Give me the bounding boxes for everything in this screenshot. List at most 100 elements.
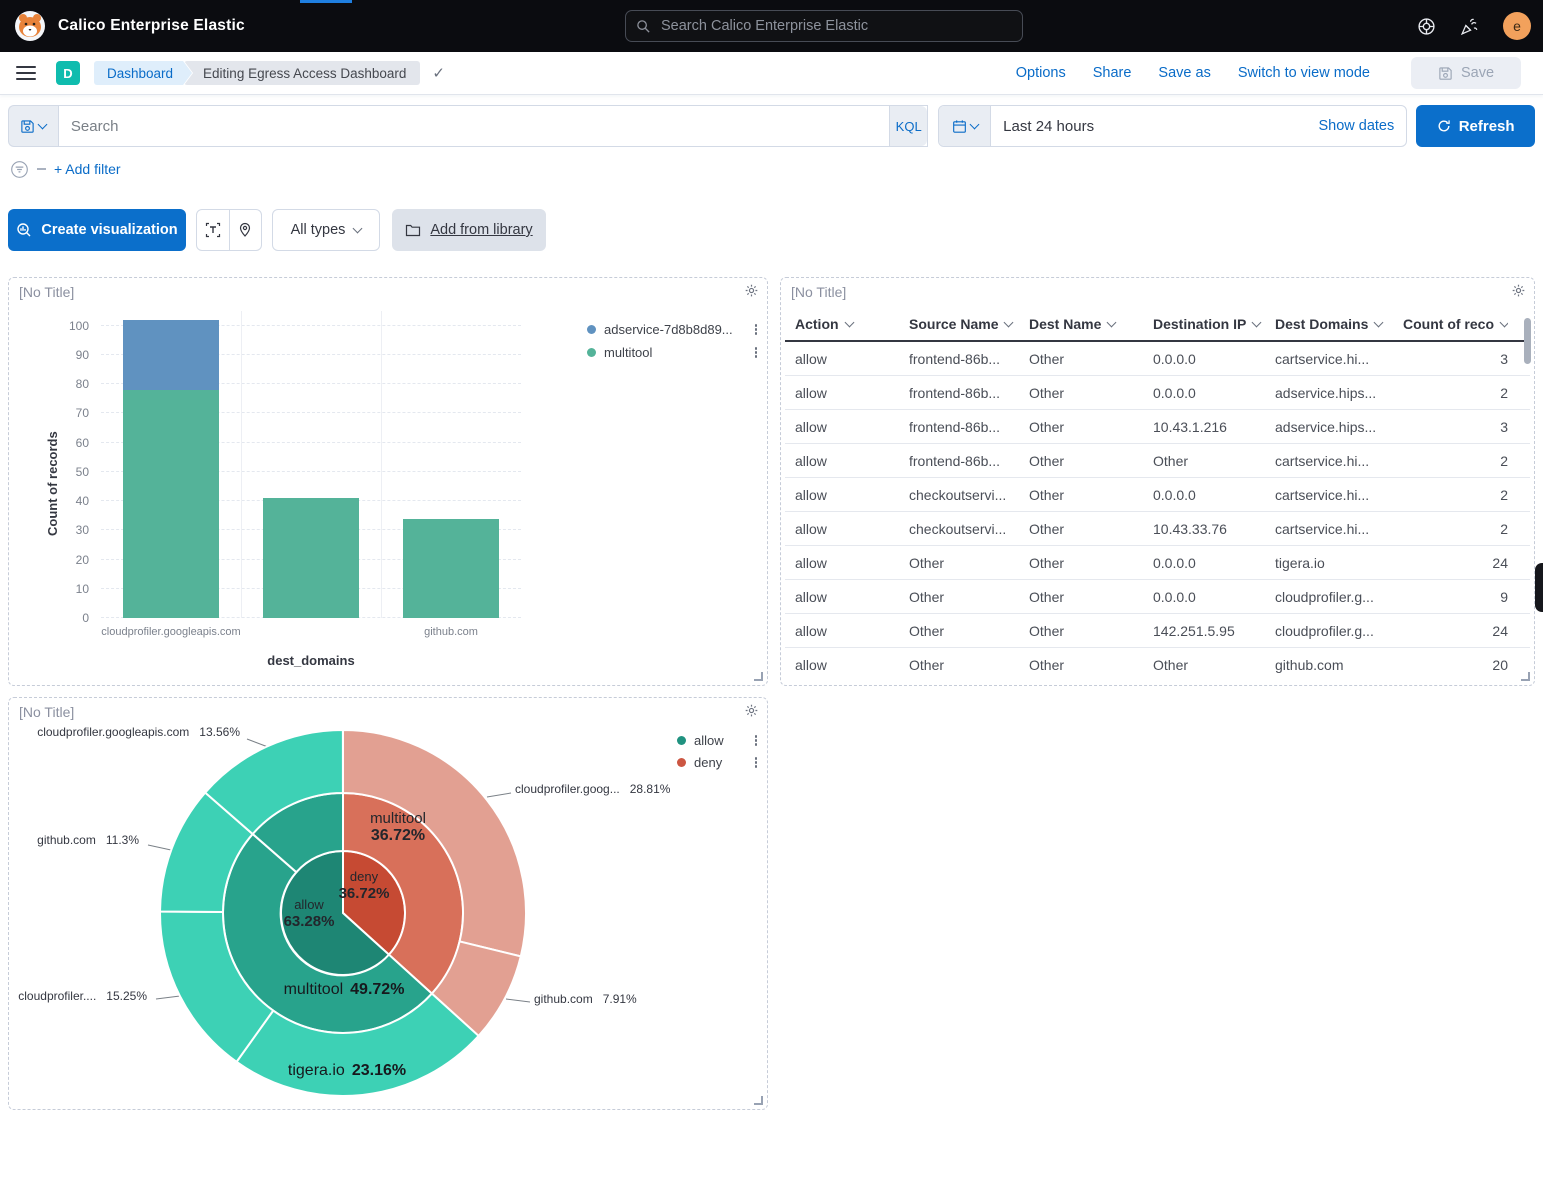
table-body: allowfrontend-86b...Other0.0.0.0cartserv… xyxy=(785,342,1530,682)
legend-menu-icon[interactable] xyxy=(751,347,761,358)
table-row[interactable]: allowOtherOther142.251.5.95cloudprofiler… xyxy=(785,614,1530,648)
table-row[interactable]: allowcheckoutservi...Other10.43.33.76car… xyxy=(785,512,1530,546)
hamburger-menu-icon[interactable] xyxy=(16,66,36,80)
add-from-library-button[interactable]: Add from library xyxy=(392,209,546,251)
callout-leader-line xyxy=(148,845,171,850)
calendar-button[interactable] xyxy=(939,106,991,146)
help-icon[interactable] xyxy=(1417,17,1436,36)
table-row[interactable]: allowOtherOther0.0.0.0tigera.io24 xyxy=(785,546,1530,580)
column-header[interactable]: Dest Name xyxy=(1029,316,1153,332)
column-header[interactable]: Destination IP xyxy=(1153,316,1275,332)
chevron-down-icon xyxy=(969,120,979,130)
y-tick-label: 90 xyxy=(76,348,89,362)
legend-menu-icon[interactable] xyxy=(751,757,761,768)
table-row[interactable]: allowOtherOtherOthergithub.com20 xyxy=(785,648,1530,682)
table-cell: allow xyxy=(785,351,909,367)
bar-category-1[interactable] xyxy=(263,311,359,618)
viz-toolbar: Create visualization All types Add from … xyxy=(8,209,546,251)
y-axis-title: Count of records xyxy=(45,431,60,536)
text-tool-button[interactable] xyxy=(197,210,229,250)
map-tool-button[interactable] xyxy=(229,210,262,250)
gridline xyxy=(381,311,382,618)
table-cell: 0.0.0.0 xyxy=(1153,555,1275,571)
callout-leader-line xyxy=(506,999,530,1002)
bar-segment-multitool[interactable] xyxy=(263,498,359,618)
global-search-input[interactable] xyxy=(659,17,1012,35)
filter-icon[interactable] xyxy=(10,160,29,179)
bar-segment-adservice-7d8b8d89...[interactable] xyxy=(123,320,219,390)
bar-github.com[interactable] xyxy=(403,311,499,618)
table-header: ActionSource NameDest NameDestination IP… xyxy=(785,308,1530,342)
options-link[interactable]: Options xyxy=(1016,65,1066,81)
column-header[interactable]: Dest Domains xyxy=(1275,316,1397,332)
panel-resize-handle[interactable] xyxy=(754,1096,763,1105)
panel-table[interactable]: [No Title] ActionSource NameDest NameDes… xyxy=(780,277,1535,686)
bar-segment-multitool[interactable] xyxy=(403,519,499,618)
table-cell: Other xyxy=(1029,487,1153,503)
table-row[interactable]: allowfrontend-86b...Other0.0.0.0adservic… xyxy=(785,376,1530,410)
table-row[interactable]: allowfrontend-86b...Other10.43.1.216adse… xyxy=(785,410,1530,444)
bar-segment-multitool[interactable] xyxy=(123,390,219,618)
save-icon xyxy=(1438,66,1453,81)
app-title: Calico Enterprise Elastic xyxy=(58,17,245,35)
table-cell: 10.43.1.216 xyxy=(1153,419,1275,435)
table-row[interactable]: allowfrontend-86b...Other0.0.0.0cartserv… xyxy=(785,342,1530,376)
column-header[interactable]: Count of reco xyxy=(1397,316,1508,332)
news-icon[interactable] xyxy=(1460,17,1479,36)
legend-item[interactable]: adservice-7d8b8d89... xyxy=(587,322,761,337)
all-types-dropdown[interactable]: All types xyxy=(272,209,380,251)
panel-resize-handle[interactable] xyxy=(754,672,763,681)
save-as-link[interactable]: Save as xyxy=(1158,65,1210,81)
table-row[interactable]: allowcheckoutservi...Other0.0.0.0cartser… xyxy=(785,478,1530,512)
add-filter-link[interactable]: + Add filter xyxy=(54,161,121,177)
kql-badge[interactable]: KQL xyxy=(889,106,927,146)
table-cell: Other xyxy=(909,657,1029,673)
switch-to-view-mode-link[interactable]: Switch to view mode xyxy=(1238,65,1370,81)
save-button[interactable]: Save xyxy=(1411,57,1521,89)
column-header[interactable]: Source Name xyxy=(909,316,1029,332)
panel-bar-chart[interactable]: [No Title] Count of records 010203040506… xyxy=(8,277,768,686)
legend-color-dot xyxy=(677,758,686,767)
callout-leader-line xyxy=(156,996,180,999)
table-cell: allow xyxy=(785,453,909,469)
global-search[interactable] xyxy=(625,10,1023,42)
table-cell: allow xyxy=(785,419,909,435)
table-cell: 9 xyxy=(1397,589,1508,605)
panel-sunburst[interactable]: [No Title] multitool 36.72% deny 36.72% … xyxy=(8,697,768,1110)
bar-cloudprofiler.googleapis.com[interactable] xyxy=(123,311,219,618)
query-search-input[interactable] xyxy=(59,118,889,135)
legend-menu-icon[interactable] xyxy=(751,735,761,746)
filter-divider xyxy=(37,168,46,170)
legend-color-dot xyxy=(587,325,596,334)
table-scrollbar[interactable] xyxy=(1524,318,1531,364)
share-link[interactable]: Share xyxy=(1093,65,1132,81)
table-cell: 0.0.0.0 xyxy=(1153,589,1275,605)
legend-item[interactable]: deny xyxy=(677,755,761,770)
table-cell: 2 xyxy=(1397,453,1508,469)
legend-item[interactable]: multitool xyxy=(587,345,761,360)
panel-resize-handle[interactable] xyxy=(1521,672,1530,681)
flyout-handle[interactable] xyxy=(1535,563,1543,612)
create-visualization-button[interactable]: Create visualization xyxy=(8,209,186,251)
folder-icon xyxy=(405,222,421,238)
table-row[interactable]: allowOtherOther0.0.0.0cloudprofiler.g...… xyxy=(785,580,1530,614)
user-avatar[interactable]: e xyxy=(1503,12,1531,40)
gear-icon[interactable] xyxy=(744,283,759,298)
column-header[interactable]: Action xyxy=(785,316,909,332)
table-row[interactable]: allowfrontend-86b...OtherOthercartservic… xyxy=(785,444,1530,478)
legend-menu-icon[interactable] xyxy=(751,324,761,335)
check-icon: ✓ xyxy=(432,64,445,82)
table-cell: 2 xyxy=(1397,521,1508,537)
y-tick-label: 60 xyxy=(76,436,89,450)
chevron-down-icon xyxy=(844,318,854,328)
time-range-label[interactable]: Last 24 hours xyxy=(1003,118,1094,135)
gear-icon[interactable] xyxy=(1511,283,1526,298)
table-cell: allow xyxy=(785,555,909,571)
table-cell: Other xyxy=(1029,419,1153,435)
legend-item[interactable]: allow xyxy=(677,733,761,748)
saved-query-button[interactable] xyxy=(8,105,58,147)
refresh-button[interactable]: Refresh xyxy=(1416,105,1535,147)
breadcrumb-dashboard[interactable]: Dashboard xyxy=(94,61,192,85)
show-dates-link[interactable]: Show dates xyxy=(1318,118,1394,134)
app-logo xyxy=(14,10,46,42)
